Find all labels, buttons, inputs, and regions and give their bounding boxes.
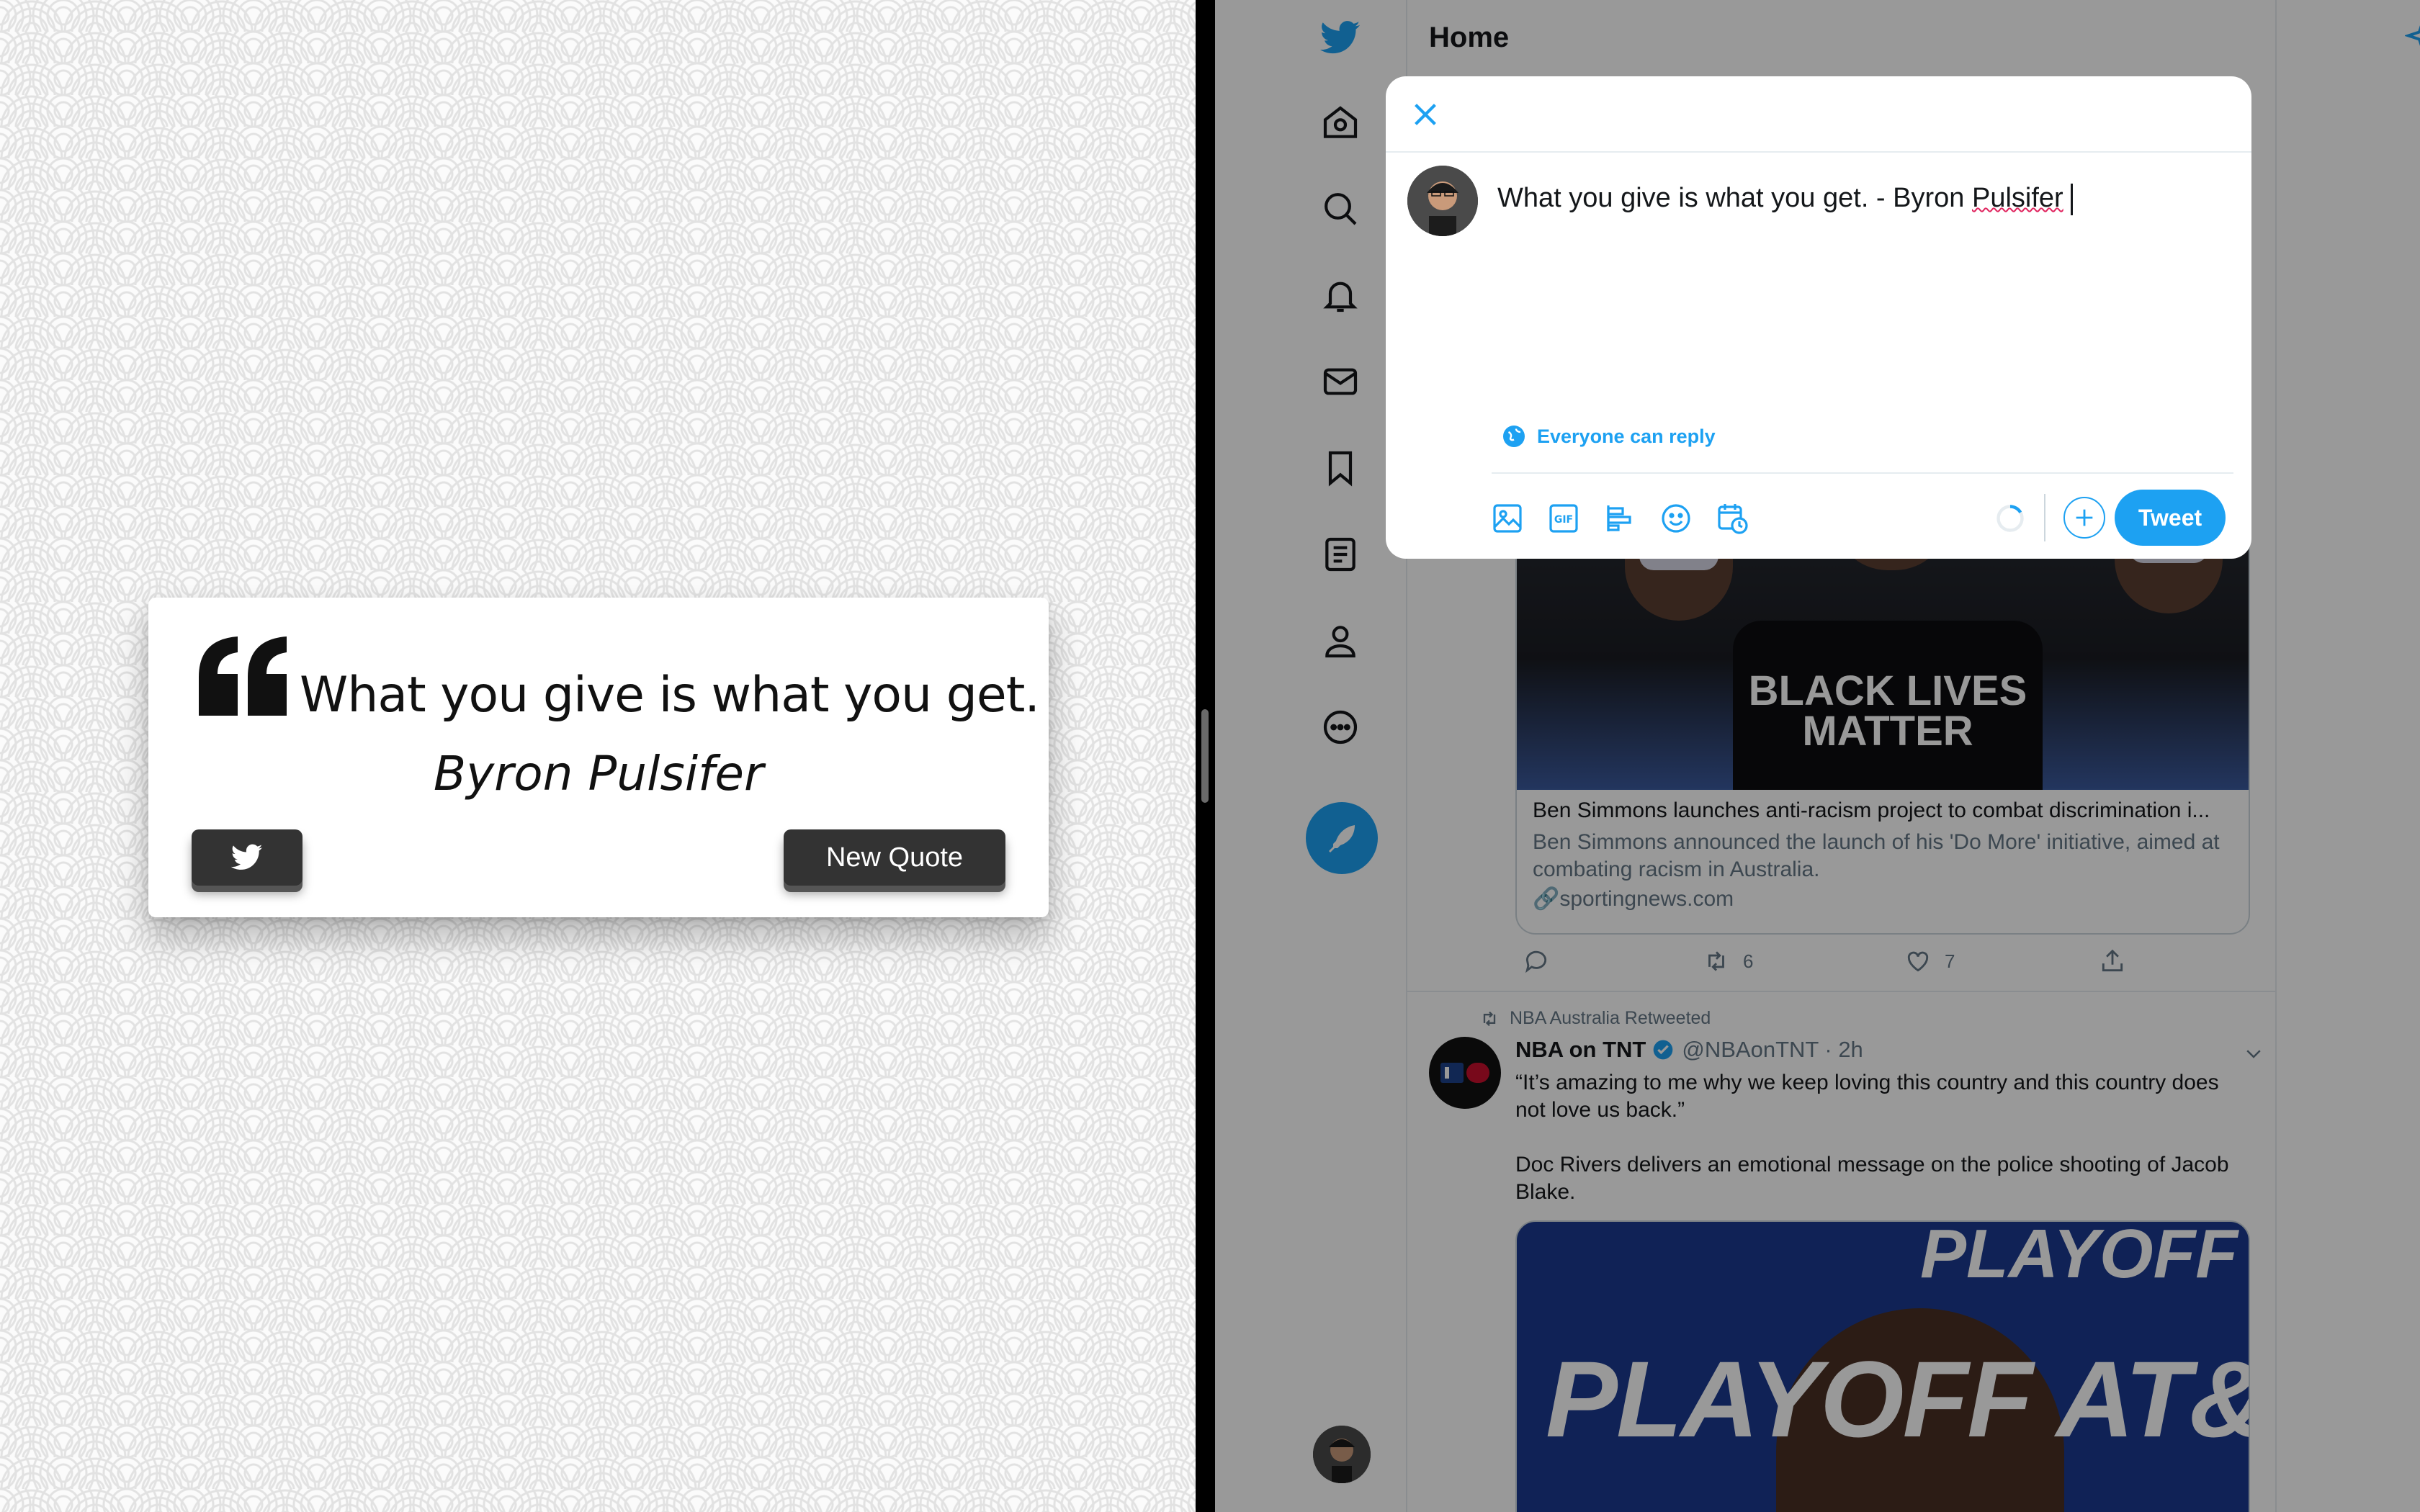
tweet-quote-button[interactable] bbox=[192, 829, 302, 886]
avatar[interactable] bbox=[1407, 166, 1478, 236]
twitter-pane: Home BLACK LIVES MATTER Ben Simmons laun… bbox=[1215, 0, 2420, 1512]
modal-header bbox=[1386, 76, 2251, 153]
poll-icon[interactable] bbox=[1603, 501, 1637, 536]
svg-text:GIF: GIF bbox=[1554, 514, 1573, 526]
compose-tweet-modal: What you give is what you get. - Byron P… bbox=[1386, 76, 2251, 559]
toolbar-divider bbox=[1492, 472, 2233, 474]
tweet-button[interactable]: Tweet bbox=[2115, 490, 2226, 546]
reply-setting-button[interactable]: Everyone can reply bbox=[1501, 423, 1716, 449]
plus-icon bbox=[2076, 509, 2093, 526]
tweet-compose-input[interactable]: What you give is what you get. - Byron P… bbox=[1497, 183, 2073, 215]
quote-mark-icon bbox=[199, 636, 287, 716]
gif-icon[interactable]: GIF bbox=[1546, 501, 1581, 536]
close-icon[interactable] bbox=[1409, 98, 1442, 131]
split-view-handle[interactable] bbox=[1201, 709, 1209, 803]
quote-box: What you give is what you get. Byron Pul… bbox=[148, 598, 1049, 917]
schedule-icon[interactable] bbox=[1715, 501, 1749, 536]
add-tweet-button[interactable] bbox=[2063, 497, 2105, 539]
media-icon[interactable] bbox=[1490, 501, 1525, 536]
character-count-ring bbox=[1996, 505, 2024, 532]
quote-author: Byron Pulsifer bbox=[433, 746, 764, 801]
quote-text: What you give is what you get. bbox=[300, 667, 1040, 724]
toolbar-separator bbox=[2044, 494, 2045, 541]
new-quote-button[interactable]: New Quote bbox=[784, 829, 1005, 886]
twitter-bird-icon bbox=[231, 844, 263, 870]
globe-icon bbox=[1503, 426, 1525, 447]
quote-machine-pane: What you give is what you get. Byron Pul… bbox=[0, 0, 1196, 1512]
emoji-icon[interactable] bbox=[1659, 501, 1693, 536]
